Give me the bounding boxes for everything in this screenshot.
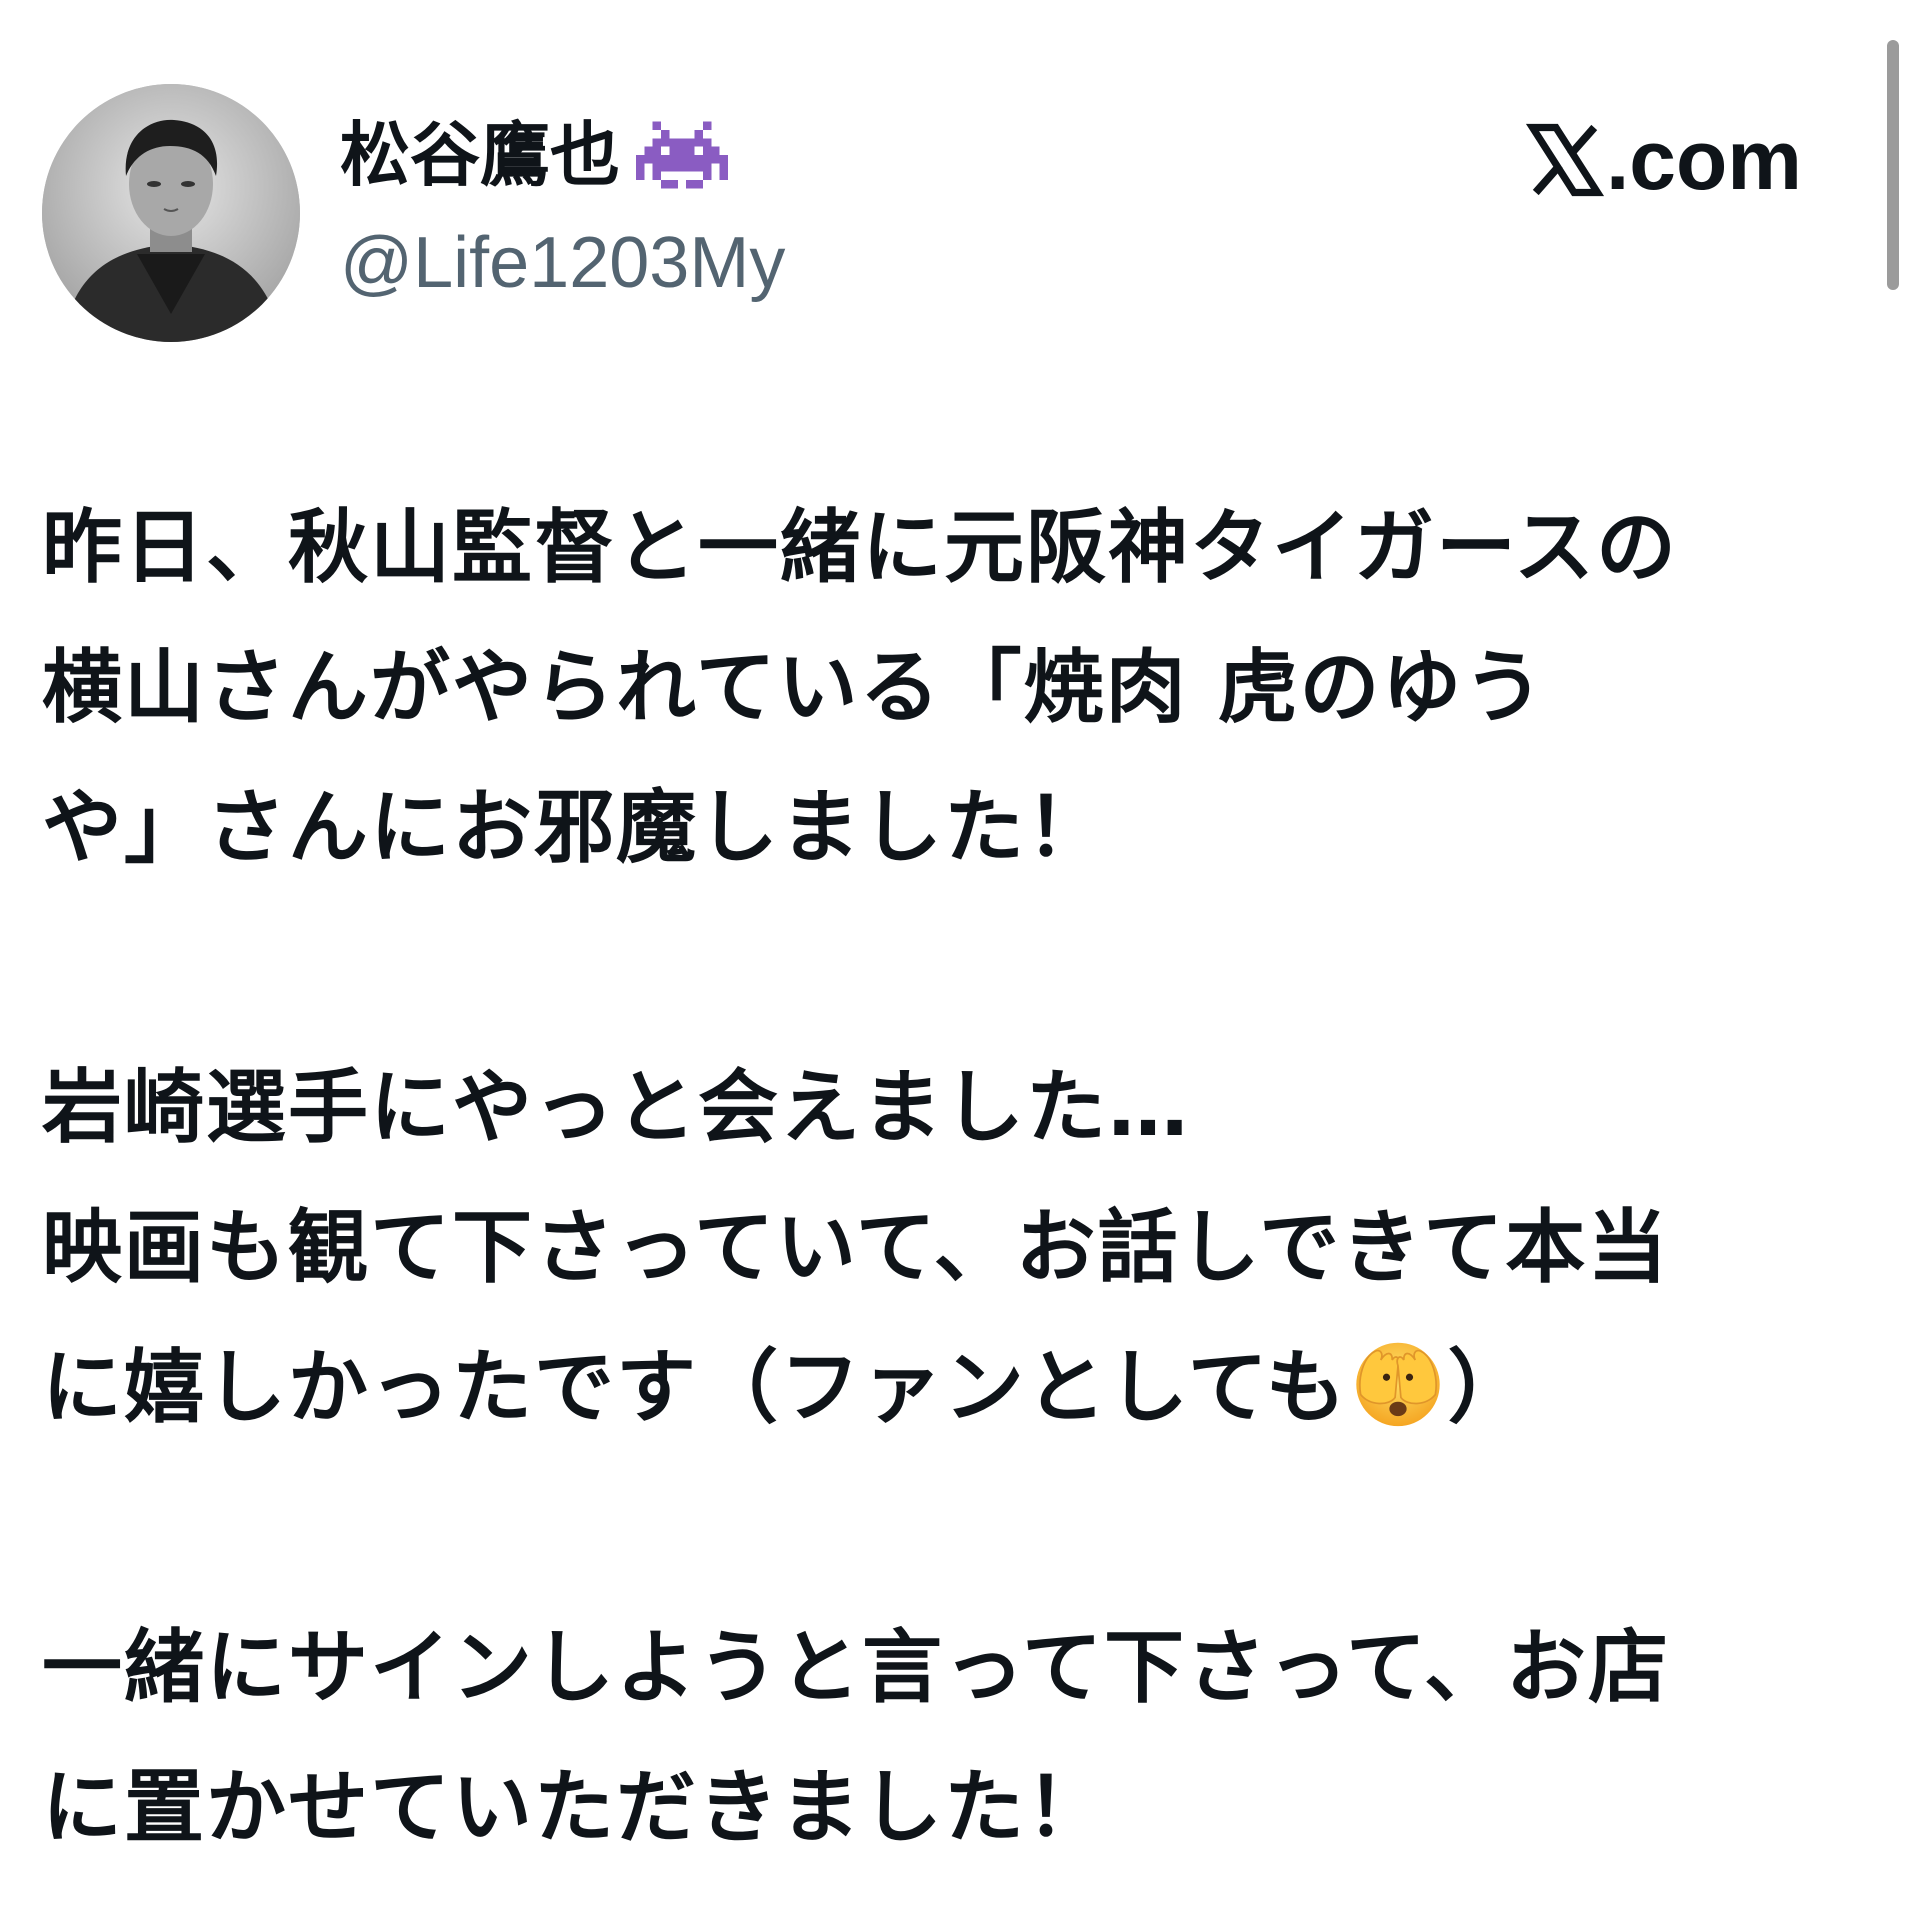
user-handle[interactable]: @Life1203My [340, 218, 785, 308]
tweet-line: に置かせていただきました！ [42, 1761, 1108, 1854]
tweet-line-text: に嬉しかったです（ファンとしても [42, 1341, 1348, 1434]
tweet-line: 横山さんがやられている「焼肉 虎のゆう [42, 641, 1546, 734]
alien-monster-icon [636, 119, 728, 191]
tweet-line: 映画も観て下さっていて、お話しできて本当 [42, 1201, 1670, 1294]
brand-text: .com [1605, 113, 1802, 207]
tweet-text: 昨日、秋山監督と一緒に元阪神タイガースの 横山さんがやられている「焼肉 虎のゆう… [42, 478, 1864, 1878]
x-logo-icon [1525, 121, 1604, 199]
display-name[interactable]: 松谷鷹也 [340, 110, 728, 200]
tweet-line-text: ） [1447, 1341, 1530, 1434]
tweet-line: に嬉しかったです（ファンとしても ） [42, 1318, 1864, 1458]
tweet-line: や」さんにお邪魔しました！ [42, 781, 1108, 874]
tweet-line: 岩崎選手にやっと会えました… [42, 1061, 1190, 1154]
tweet-line: 昨日、秋山監督と一緒に元阪神タイガースの [42, 501, 1678, 594]
display-name-text: 松谷鷹也 [340, 114, 620, 196]
avatar[interactable] [42, 84, 300, 342]
scrollbar[interactable] [1887, 40, 1899, 290]
tweet-line: 一緒にサインしようと言って下さって、お店 [42, 1621, 1670, 1714]
face-with-hands-over-eyes-icon [1352, 1337, 1444, 1429]
x-com-link[interactable]: .com [1525, 110, 1802, 210]
